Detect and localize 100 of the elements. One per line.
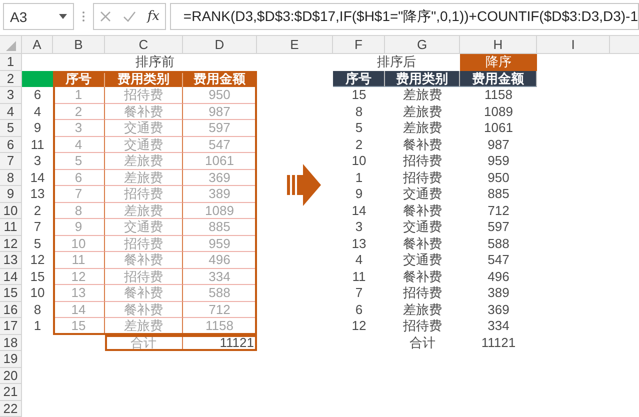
table-cell: 6 [53,170,105,186]
table-cell-text: 9 [32,120,42,136]
table-cell-text: 招待费 [402,318,443,334]
table-cell: 987 [183,104,257,120]
row-header[interactable]: 22 [0,400,22,417]
row-header[interactable]: 13 [0,252,22,268]
column-title: 序号 [333,70,385,87]
row-header[interactable]: 2 [0,70,22,87]
table-cell-text: 差旅费 [402,302,443,318]
table-cell-text: 496 [486,268,510,285]
table-cell-text: 588 [486,236,510,252]
row-header[interactable]: 6 [0,136,22,153]
formula-field[interactable]: =RANK(D3,$D$3:$D$17,IF($H$1="降序",0,1))+COUNTIF($D$3:D3,D3)-1 [170,3,639,30]
table-cell: 餐补费 [105,104,183,120]
table-cell: 950 [183,87,257,104]
table-cell: 差旅费 [105,318,183,334]
table-cell-text: 餐补费 [402,236,443,252]
column-header[interactable]: I [537,36,610,54]
table-cell: 712 [183,302,257,318]
column-header[interactable]: D [183,36,257,54]
row-header[interactable]: 1 [0,54,22,70]
row-header[interactable]: 19 [0,351,22,368]
table-cell: 1 [53,87,105,104]
table-cell-text: 1 [32,318,42,334]
table-cell-text: 交通费 [402,186,443,202]
table-cell-text: 6 [354,302,364,318]
table-cell: 597 [183,120,257,136]
table-cell-text: 差旅费 [402,87,443,104]
row-header[interactable]: 21 [0,384,22,400]
table-cell-text: 8 [32,302,42,318]
table-cell: 2 [53,104,105,120]
table-cell-text: 14 [29,170,46,186]
table-cell-text: 13 [350,236,368,252]
column-header[interactable]: B [53,36,105,54]
table-cell-text: 1158 [484,87,514,104]
table-cell: 1089 [183,202,257,219]
table-cell-text: 3 [354,219,364,236]
insert-function-button[interactable]: fx [147,9,160,24]
row-header[interactable]: 16 [0,302,22,318]
column-header[interactable]: H [460,36,537,54]
table-cell: 389 [183,186,257,202]
table-cell: 招待费 [105,186,183,202]
row-header[interactable]: 17 [0,318,22,334]
row-header[interactable]: 10 [0,202,22,219]
table-cell-text: 11121 [480,334,517,351]
row-header[interactable]: 5 [0,120,22,136]
grip-icon [82,11,86,22]
column-header[interactable]: A [22,36,53,54]
table-cell: 369 [183,170,257,186]
table-cell-text: 4 [354,252,364,268]
table-cell-text: 11 [30,136,46,153]
table-cell-text: 差旅费 [402,120,443,136]
row-header[interactable]: 3 [0,87,22,104]
column-header[interactable]: E [257,36,333,54]
row-header[interactable]: 7 [0,153,22,170]
column-title: 费用类别 [385,70,460,87]
table-title: 排序前 [134,54,176,70]
table-cell: 14 [53,302,105,318]
row-header[interactable]: 20 [0,368,22,384]
row-header[interactable]: 12 [0,236,22,252]
table-cell-text: 10 [29,285,46,302]
column-header[interactable]: F [333,36,385,54]
caret-icon[interactable] [59,14,68,19]
table-cell: 差旅费 [105,170,183,186]
table-cell: 差旅费 [105,202,183,219]
table-cell-text: 5 [354,120,364,136]
column-header[interactable]: G [385,36,460,54]
row-header[interactable]: 4 [0,104,22,120]
table-cell-text: 712 [486,202,510,219]
row-header[interactable]: 9 [0,186,22,202]
row-header[interactable]: 18 [0,334,22,351]
table-cell-text: 5 [32,236,42,252]
table-cell: 7 [53,186,105,202]
name-box[interactable]: A3 [3,3,74,30]
row-header[interactable]: 14 [0,268,22,285]
check-icon[interactable] [122,11,136,22]
table-cell-text: 3 [32,153,42,170]
filled-cell [22,70,53,87]
table-cell-text: 招待费 [402,153,443,170]
row-header[interactable]: 11 [0,219,22,236]
cancel-icon[interactable] [100,11,111,22]
table-cell: 餐补费 [105,302,183,318]
table-cell: 餐补费 [105,252,183,268]
select-all-icon[interactable] [6,41,16,51]
row-header[interactable]: 15 [0,285,22,302]
table-cell: 交通费 [105,120,183,136]
table-cell-text: 4 [32,104,42,120]
sort-order-cell[interactable]: 降序 [460,54,537,70]
table-cell: 8 [53,202,105,219]
table-cell-text: 餐补费 [402,202,443,219]
table-cell: 餐补费 [105,285,183,302]
table-cell-text: 547 [486,252,510,268]
table-cell: 招待费 [105,87,183,104]
table-title: 排序后 [376,54,417,70]
table-cell-text: 差旅费 [402,104,443,120]
table-cell-text: 12 [29,252,46,268]
table-cell-text: 餐补费 [402,268,443,285]
column-header[interactable]: C [105,36,183,54]
row-header[interactable]: 8 [0,170,22,186]
table-cell-text: 交通费 [402,252,443,268]
